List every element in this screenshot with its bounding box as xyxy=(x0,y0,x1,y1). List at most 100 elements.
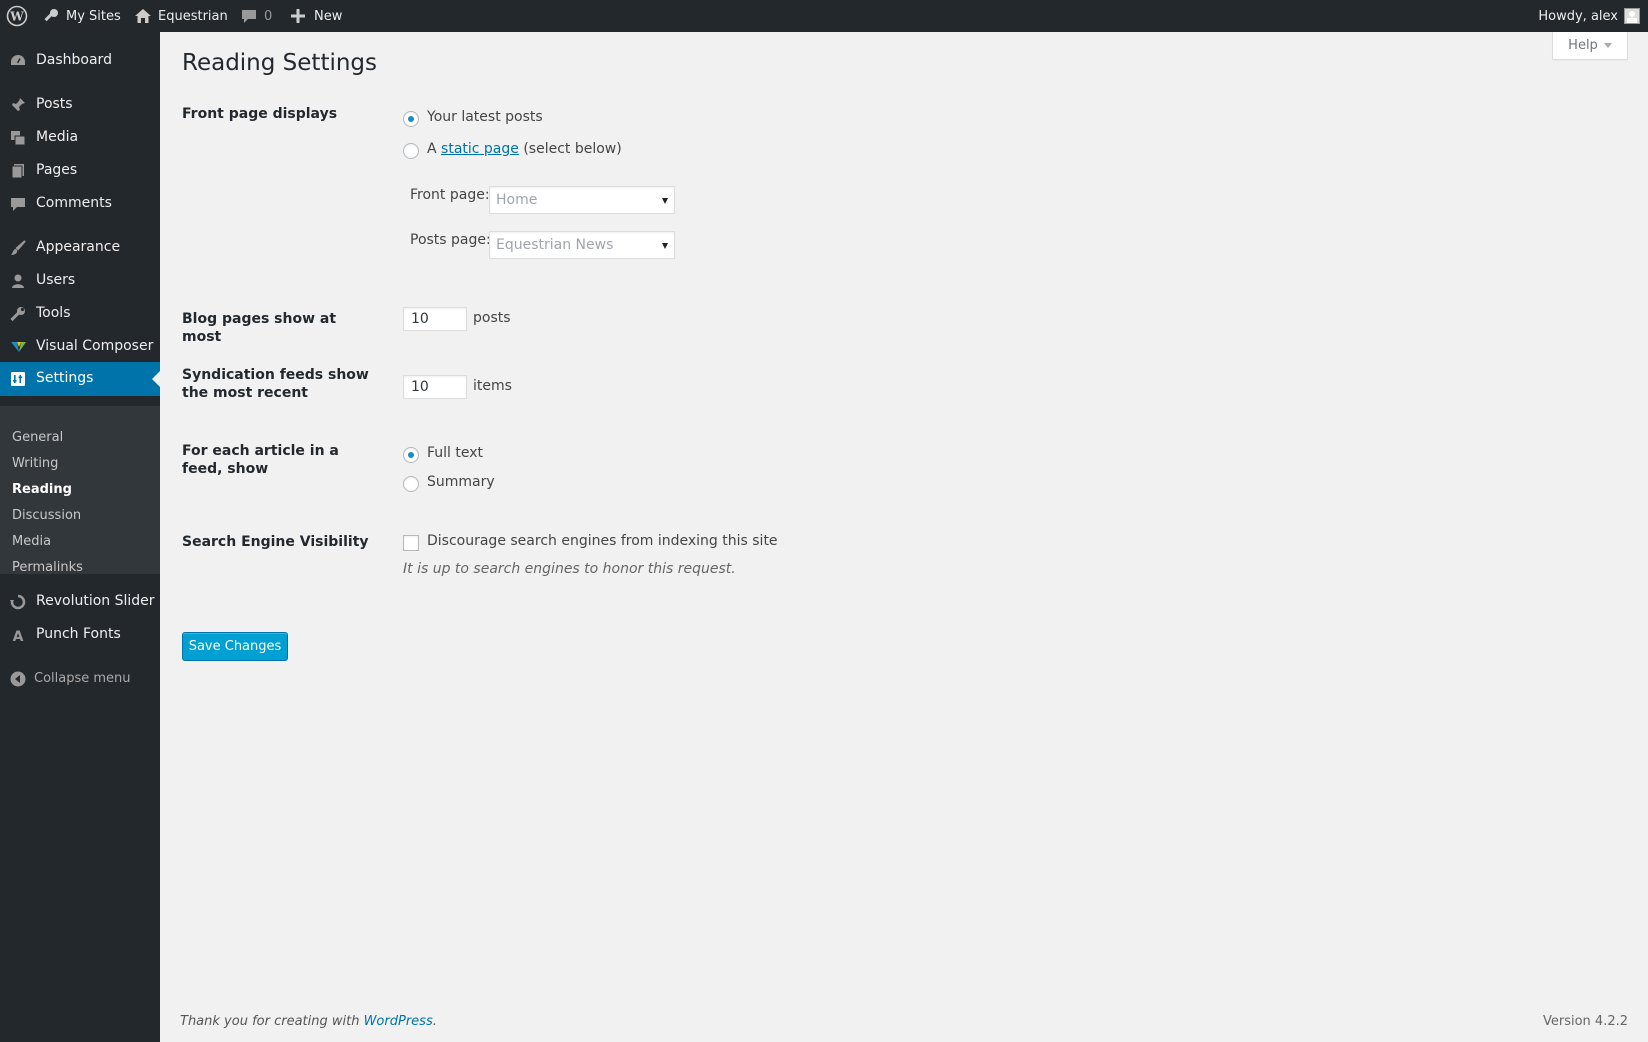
radio-full-text[interactable] xyxy=(403,447,419,463)
collapse-arrow-icon xyxy=(10,671,26,687)
front-page-displays-label: Front page displays xyxy=(182,106,338,122)
my-sites-label: My Sites xyxy=(66,8,121,24)
sidebar-item-comments[interactable]: Comments xyxy=(0,187,160,221)
sidebar-item-pages[interactable]: Pages xyxy=(0,154,160,188)
comment-icon xyxy=(11,198,25,211)
sidebar-item-appearance[interactable]: Appearance xyxy=(0,231,160,265)
discourage-search-label[interactable]: Discourage search engines from indexing … xyxy=(427,533,778,549)
help-button[interactable]: Help xyxy=(1552,32,1628,60)
search-visibility-description: It is up to search engines to honor this… xyxy=(403,561,736,577)
comments-count: 0 xyxy=(264,8,273,24)
radio-summary-label[interactable]: Summary xyxy=(427,474,495,490)
front-page-select-label: Front page: xyxy=(410,187,490,203)
discourage-search-checkbox[interactable] xyxy=(403,535,419,551)
sidebar-item-label: Revolution Slider xyxy=(36,593,155,609)
sidebar-item-dashboard[interactable]: Dashboard xyxy=(0,44,160,78)
help-label: Help xyxy=(1568,38,1598,53)
footer-version: Version 4.2.2 xyxy=(1542,1014,1628,1029)
paintbrush-icon xyxy=(11,240,26,255)
static-suffix: (select below) xyxy=(518,141,622,157)
submenu-item-permalinks[interactable]: Permalinks xyxy=(12,560,83,575)
footer-thanks: Thank you for creating with WordPress. xyxy=(180,1014,437,1029)
settings-submenu: General Writing Reading Discussion Media… xyxy=(0,406,160,575)
blog-pages-label: Blog pages show at most xyxy=(182,311,337,345)
refresh-icon xyxy=(10,594,26,610)
radio-latest-posts[interactable] xyxy=(403,111,419,127)
new-label: New xyxy=(314,8,343,24)
footer-thanks-suffix: . xyxy=(432,1014,437,1029)
sidebar-item-label: Posts xyxy=(36,96,73,112)
radio-latest-posts-label[interactable]: Your latest posts xyxy=(427,109,543,125)
settings-icon xyxy=(11,372,25,386)
sidebar-item-revolution-slider[interactable]: Revolution Slider xyxy=(0,585,160,619)
admin-bar: W My Sites Equestrian 0 New Howdy, alex xyxy=(0,0,1648,32)
radio-static-page-label[interactable]: A static page (select below) xyxy=(427,141,622,157)
radio-summary[interactable] xyxy=(403,476,419,492)
sidebar-item-label: Comments xyxy=(36,195,112,211)
key-icon xyxy=(44,9,58,22)
new-content-menu[interactable]: New xyxy=(290,0,342,32)
comments-menu[interactable]: 0 xyxy=(240,0,272,32)
wrench-icon xyxy=(10,307,25,322)
collapse-menu-button[interactable]: Collapse menu xyxy=(0,664,160,694)
dropdown-arrow-icon xyxy=(662,198,668,204)
dropdown-arrow-icon xyxy=(662,243,668,249)
sidebar-item-visual-composer[interactable]: Visual Composer xyxy=(0,330,160,364)
font-icon: A xyxy=(13,629,24,644)
sidebar-item-label: Pages xyxy=(36,162,78,178)
radio-static-page[interactable] xyxy=(403,143,419,159)
sidebar-item-tools[interactable]: Tools xyxy=(0,297,160,331)
posts-page-select[interactable]: Equestrian News xyxy=(489,231,675,259)
svg-text:W: W xyxy=(9,10,24,24)
wordpress-link[interactable]: WordPress xyxy=(364,1014,433,1029)
media-icon xyxy=(11,131,26,146)
syndication-input[interactable]: 10 xyxy=(403,375,467,399)
search-visibility-label: Search Engine Visibility xyxy=(182,534,369,550)
feed-article-label: For each article in a feed, show xyxy=(182,443,339,477)
pushpin-icon xyxy=(11,98,25,112)
sidebar-item-media[interactable]: Media xyxy=(0,121,160,155)
radio-full-text-label[interactable]: Full text xyxy=(427,445,483,461)
save-changes-button[interactable]: Save Changes xyxy=(182,632,288,661)
sidebar-item-label: Dashboard xyxy=(36,52,112,68)
site-name-label: Equestrian xyxy=(158,8,228,24)
my-account-menu[interactable]: Howdy, alex xyxy=(1538,0,1618,32)
pages-icon xyxy=(11,164,24,179)
collapse-menu-label: Collapse menu xyxy=(34,671,131,686)
plus-icon xyxy=(291,9,305,23)
sidebar-item-settings[interactable]: Settings xyxy=(0,362,160,396)
avatar[interactable] xyxy=(1624,8,1640,24)
my-sites-menu[interactable]: My Sites xyxy=(42,0,121,32)
visual-composer-icon xyxy=(11,342,26,352)
footer-thanks-prefix: Thank you for creating with xyxy=(180,1014,364,1029)
front-page-select[interactable]: Home xyxy=(489,186,675,214)
site-name-menu[interactable]: Equestrian xyxy=(134,0,228,32)
sidebar-item-users[interactable]: Users xyxy=(0,264,160,298)
page-title: Reading Settings xyxy=(182,50,378,76)
static-page-link[interactable]: static page xyxy=(441,141,519,157)
submenu-item-general[interactable]: General xyxy=(12,430,63,445)
submenu-item-media[interactable]: Media xyxy=(12,534,51,549)
howdy-label: Howdy, alex xyxy=(1538,8,1618,24)
front-page-select-value: Home xyxy=(496,192,538,208)
sidebar-item-label: Settings xyxy=(36,370,94,386)
dashboard-icon xyxy=(11,55,25,65)
sidebar-item-label: Users xyxy=(36,272,76,288)
svg-text:A: A xyxy=(13,629,24,644)
admin-menu: Dashboard Posts Media Pages Comments App… xyxy=(0,32,160,1042)
syndication-label: Syndication feeds show the most recent xyxy=(182,367,369,401)
posts-page-select-value: Equestrian News xyxy=(496,237,614,253)
sidebar-item-label: Appearance xyxy=(36,239,121,255)
main-content: Help Reading Settings Front page display… xyxy=(160,32,1648,1042)
wordpress-logo-icon[interactable]: W xyxy=(6,0,28,32)
sidebar-item-punch-fonts[interactable]: A Punch Fonts xyxy=(0,618,160,652)
sidebar-item-posts[interactable]: Posts xyxy=(0,88,160,122)
sidebar-item-label: Media xyxy=(36,129,79,145)
sidebar-item-label: Tools xyxy=(36,305,71,321)
blog-pages-input[interactable]: 10 xyxy=(403,307,467,331)
sidebar-item-label: Punch Fonts xyxy=(36,626,121,642)
submenu-item-discussion[interactable]: Discussion xyxy=(12,508,81,523)
submenu-item-writing[interactable]: Writing xyxy=(12,456,58,471)
static-prefix: A xyxy=(427,141,442,157)
submenu-item-reading[interactable]: Reading xyxy=(12,482,72,497)
